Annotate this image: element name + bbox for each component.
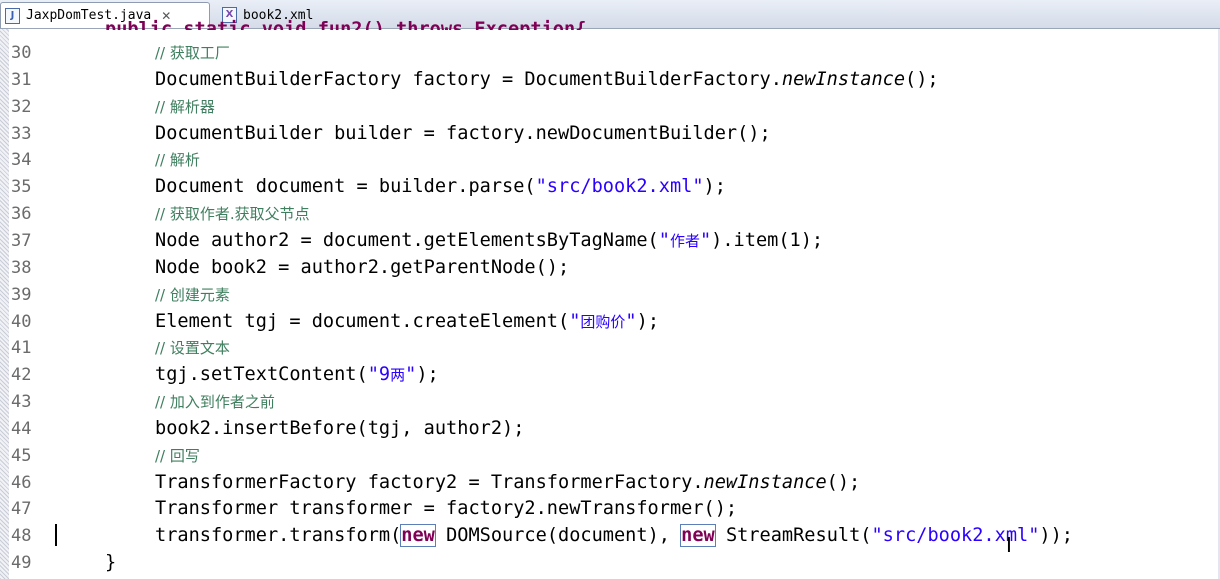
code-comment: // 加入到作者之前 [155, 393, 275, 412]
code-line[interactable]: // 解析器 [155, 96, 215, 118]
code-token: )); [1039, 525, 1073, 547]
code-string: "src/book2.xml" [871, 525, 1040, 547]
code-string: 两 [390, 366, 406, 385]
code-token: DOMSource(document) [434, 525, 659, 547]
code-line[interactable]: book2.insertBefore(tgj, author2); [155, 418, 524, 440]
code-comment: // 创建元素 [155, 285, 230, 304]
line-number: 35 [11, 177, 32, 198]
code-token: ); [416, 364, 439, 386]
code-token: ).item(1); [711, 229, 824, 251]
code-token: Node book2 = author2.getParentNode(); [155, 256, 570, 278]
code-string: " [569, 310, 581, 332]
code-token: (); [905, 68, 939, 90]
code-token: newInstance [703, 471, 827, 493]
code-line[interactable]: // 解析 [155, 149, 200, 171]
code-string: 作者 [669, 231, 700, 250]
code-line[interactable]: DocumentBuilder builder = factory.newDoc… [155, 123, 771, 145]
code-comment: // 解析 [155, 151, 200, 170]
code-comment: // 解析器 [155, 97, 215, 116]
code-line[interactable]: Transformer transformer = factory2.newTr… [155, 498, 737, 520]
code-token: , [658, 525, 682, 547]
java-file-icon: J [5, 7, 20, 24]
line-number: 46 [11, 472, 32, 493]
code-token: DocumentBuilderFactory factory = Documen… [155, 68, 782, 90]
line-number: 40 [11, 311, 32, 332]
code-token: ); [703, 176, 726, 198]
code-comment: // 设置文本 [155, 339, 230, 358]
code-token: Transformer transformer = factory2.newTr… [155, 498, 738, 520]
code-string: "9 [367, 364, 391, 386]
code-token: tgj.setTextContent( [155, 364, 368, 386]
code-string: 团购价 [580, 312, 626, 331]
code-line[interactable]: Node book2 = author2.getParentNode(); [155, 257, 569, 279]
code-keyword: new [680, 524, 716, 548]
code-token: book2.insertBefore(tgj, author2); [155, 417, 525, 439]
code-token: Document document = builder.parse( [155, 176, 536, 198]
line-number: 45 [11, 445, 32, 466]
code-string: " [625, 310, 637, 332]
code-line[interactable]: Node author2 = document.getElementsByTag… [155, 230, 823, 252]
line-number: 36 [11, 204, 32, 225]
line-number: 49 [11, 553, 32, 574]
code-line[interactable]: // 创建元素 [155, 284, 230, 306]
line-number: 37 [11, 230, 32, 251]
code-comment: // 获取作者.获取父节点 [155, 205, 310, 224]
code-line[interactable]: Element tgj = document.createElement("团购… [155, 311, 659, 333]
code-string: " [699, 229, 712, 251]
code-comment: // 获取工厂 [155, 44, 230, 62]
code-line[interactable]: } [105, 552, 116, 574]
line-number: 48 [11, 526, 32, 547]
code-line[interactable]: // 获取工厂 [155, 42, 230, 64]
code-line[interactable]: // 加入到作者之前 [155, 391, 275, 413]
line-number: 42 [11, 365, 32, 386]
code-token: (); [826, 471, 861, 493]
code-string: " [658, 229, 670, 251]
code-token: Element tgj = document.createElement( [155, 310, 570, 332]
line-number: 33 [11, 123, 32, 144]
code-token: StreamResult( [714, 525, 872, 547]
code-line[interactable]: // 获取作者.获取父节点 [155, 203, 310, 225]
code-comment: // 回写 [155, 446, 200, 465]
line-number: 47 [11, 499, 32, 520]
line-number: 32 [11, 96, 32, 117]
line-number: 41 [11, 338, 32, 359]
i-beam-cursor-icon: I [1006, 533, 1012, 557]
line-number: 34 [11, 150, 32, 171]
code-string: "src/book2.xml" [535, 176, 704, 198]
code-line[interactable]: transformer.transform(new DOMSource(docu… [155, 524, 1073, 548]
code-token: TransformerFactory factory2 = Transforme… [155, 471, 704, 493]
text-caret [55, 524, 57, 546]
code-token: newInstance [781, 68, 906, 90]
line-number: 44 [11, 418, 32, 439]
code-token: Node author2 = document.getElementsByTag… [155, 229, 659, 251]
line-number: 43 [11, 392, 32, 413]
code-token: } [105, 552, 117, 574]
code-token: transformer.transform( [155, 525, 402, 547]
code-line-partial: public static void fun2() throws Excepti… [105, 19, 587, 30]
code-line[interactable]: // 回写 [155, 445, 200, 467]
overview-ruler [0, 29, 9, 579]
code-string: " [405, 364, 417, 386]
line-number: 38 [11, 257, 32, 278]
line-number: 30 [11, 43, 32, 63]
code-line[interactable]: tgj.setTextContent("9两"); [155, 364, 439, 386]
code-token: ); [636, 310, 660, 332]
line-number: 39 [11, 284, 32, 305]
code-line[interactable]: // 设置文本 [155, 337, 230, 359]
code-line[interactable]: DocumentBuilderFactory factory = Documen… [155, 69, 939, 91]
code-line[interactable]: Document document = builder.parse("src/b… [155, 176, 726, 198]
code-line[interactable]: TransformerFactory factory2 = Transforme… [155, 472, 860, 494]
line-number: 31 [11, 69, 32, 90]
code-token: DocumentBuilder builder = factory.newDoc… [155, 122, 771, 144]
code-keyword: new [400, 524, 436, 548]
